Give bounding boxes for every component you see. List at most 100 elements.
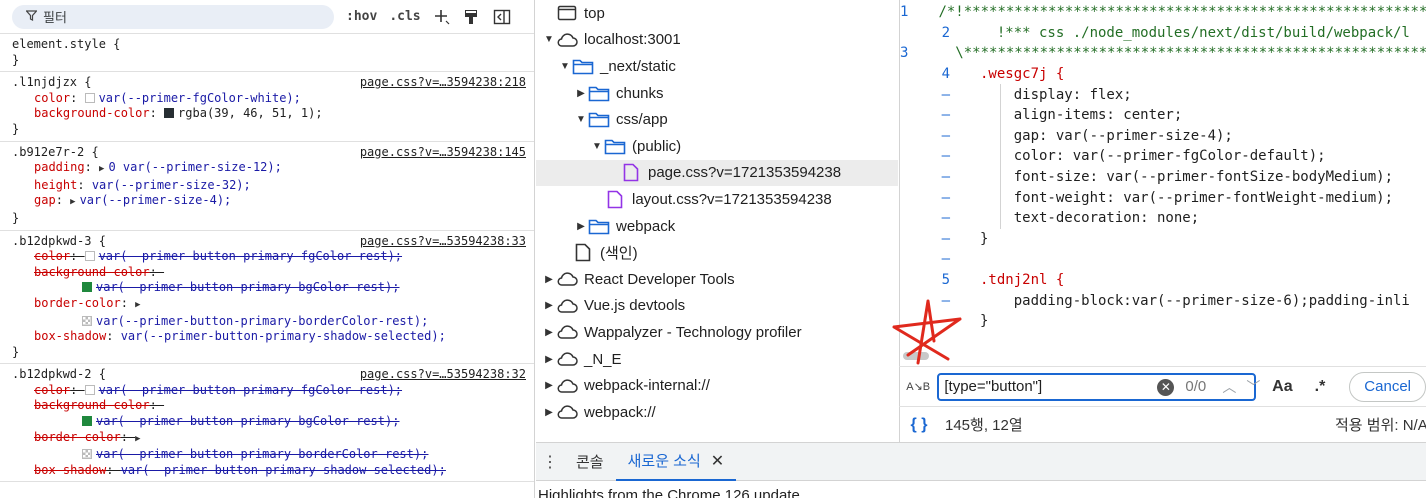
code-line[interactable]: 1 /*!************************************… (900, 2, 1426, 23)
tree-item[interactable]: ▶ webpack-internal:// (536, 372, 898, 399)
line-number[interactable]: – (900, 128, 950, 144)
rendering-emulation-icon[interactable] (463, 8, 481, 26)
expand-triangle-icon[interactable]: ▶ (135, 432, 140, 448)
tree-item[interactable]: layout.css?v=1721353594238 (536, 186, 898, 213)
collapsed-arrow-icon[interactable]: ▶ (542, 380, 556, 391)
rule-source-link[interactable]: page.css?v=…53594238:33 (360, 234, 526, 250)
color-swatch[interactable] (82, 282, 92, 293)
horizontal-scrollbar[interactable] (899, 348, 1426, 362)
regex-button[interactable]: .* (1315, 378, 1326, 396)
tree-item[interactable]: ▶ webpack:// (536, 399, 898, 426)
match-case-button[interactable]: Aa (1272, 378, 1292, 396)
tree-item[interactable]: ▼ (public) (536, 133, 898, 160)
css-property[interactable]: gap: ▶ var(--primer-size-4); (12, 193, 526, 211)
rule-source-link[interactable]: page.css?v=…3594238:218 (360, 75, 526, 91)
line-number[interactable]: – (900, 87, 950, 103)
clear-search-icon[interactable]: ✕ (1157, 378, 1175, 396)
code-line[interactable]: – text-decoration: none; (900, 208, 1426, 229)
tree-item[interactable]: ▼ css/app (536, 106, 898, 133)
cls-toggle[interactable]: .cls (389, 9, 420, 24)
next-match-icon[interactable]: ﹀ (1246, 377, 1260, 397)
css-property[interactable]: border-color: ▶ (12, 296, 526, 314)
tree-item[interactable]: ▶ _N_E (536, 346, 898, 373)
collapsed-arrow-icon[interactable]: ▶ (542, 300, 556, 311)
search-input[interactable]: [type="button"] ✕ 0/0 ︿ ﹀ (937, 372, 1260, 401)
cancel-button[interactable]: Cancel (1349, 371, 1426, 402)
line-number[interactable]: – (900, 190, 950, 206)
expanded-arrow-icon[interactable]: ▼ (558, 61, 572, 72)
line-number[interactable]: – (900, 231, 950, 247)
code-line[interactable]: –} (900, 229, 1426, 250)
collapsed-arrow-icon[interactable]: ▶ (542, 327, 556, 338)
css-property-overridden[interactable]: color: var(--primer-button-primary-fgCol… (12, 249, 526, 265)
code-line[interactable]: 5 .tdnj2nl { (900, 270, 1426, 291)
tree-item[interactable]: (색인) (536, 239, 898, 266)
collapsed-arrow-icon[interactable]: ▶ (574, 221, 588, 232)
code-line[interactable]: 2 !*** css ./node_modules/next/dist/buil… (900, 23, 1426, 44)
rule-source-link[interactable]: page.css?v=…3594238:145 (360, 145, 526, 161)
code-line[interactable]: – (900, 249, 1426, 270)
code-line[interactable]: – font-weight: var(--primer-fontWeight-m… (900, 187, 1426, 208)
tree-item[interactable]: ▼ localhost:3001 (536, 27, 898, 54)
collapsed-arrow-icon[interactable]: ▶ (542, 274, 556, 285)
expand-triangle-icon[interactable]: ▶ (99, 162, 104, 178)
code-line[interactable]: 4 .wesgc7j { (900, 64, 1426, 85)
previous-match-icon[interactable]: ︿ (1222, 377, 1236, 397)
tree-item[interactable]: ▶ webpack (536, 213, 898, 240)
filter-input[interactable]: 필터 (12, 4, 334, 29)
color-swatch[interactable] (84, 384, 95, 395)
css-property-overridden[interactable]: color: var(--primer-button-primary-fgCol… (12, 383, 526, 399)
toggle-sidebar-icon[interactable] (493, 8, 511, 26)
tree-item[interactable]: top (536, 0, 898, 27)
expanded-arrow-icon[interactable]: ▼ (574, 114, 588, 125)
line-number[interactable]: 3 (900, 45, 908, 61)
tab-whats-new[interactable]: 새로운 소식 ✕ (615, 443, 737, 481)
line-number[interactable]: – (900, 210, 950, 226)
expand-triangle-icon[interactable]: ▶ (70, 195, 75, 211)
css-property-overridden[interactable]: box-shadow: var(--primer-button-primary-… (12, 463, 526, 479)
code-line[interactable]: – gap: var(--primer-size-4); (900, 126, 1426, 147)
hov-toggle[interactable]: :hov (346, 9, 377, 24)
code-line[interactable]: – align-items: center; (900, 105, 1426, 126)
color-swatch[interactable] (82, 315, 92, 326)
pretty-print-icon[interactable]: { } (899, 416, 939, 434)
match-case-replace-icon[interactable]: A↘B (899, 381, 937, 392)
color-swatch[interactable] (84, 92, 95, 103)
code-area[interactable]: 1 /*!************************************… (900, 2, 1426, 332)
css-property[interactable]: background-color: rgba(39, 46, 51, 1); (12, 106, 526, 122)
code-line[interactable]: – padding-block:var(--primer-size-6);pad… (900, 290, 1426, 311)
css-property-overridden[interactable]: border-color: ▶ (12, 430, 526, 448)
css-property[interactable]: padding: ▶ 0 var(--primer-size-12); (12, 160, 526, 178)
close-tab-icon[interactable]: ✕ (711, 451, 724, 471)
css-property-overridden[interactable]: background-color: (12, 398, 526, 414)
line-number[interactable]: 5 (900, 272, 950, 288)
tree-item[interactable]: ▶ React Developer Tools (536, 266, 898, 293)
code-line[interactable]: – font-size: var(--primer-fontSize-bodyM… (900, 167, 1426, 188)
line-number[interactable]: 4 (900, 66, 950, 82)
color-swatch[interactable] (82, 449, 92, 460)
css-property-overridden[interactable]: background-color: (12, 265, 526, 281)
tree-item[interactable]: page.css?v=1721353594238 (536, 159, 898, 187)
tree-item[interactable]: ▼ _next/static (536, 53, 898, 80)
color-swatch[interactable] (84, 251, 95, 262)
line-number[interactable]: – (900, 148, 950, 164)
tree-item[interactable]: ▶ Vue.js devtools (536, 293, 898, 320)
css-property[interactable]: color: var(--primer-fgColor-white); (12, 91, 526, 107)
css-property[interactable]: height: var(--primer-size-32); (12, 178, 526, 194)
tree-item[interactable]: ▶ Wappalyzer - Technology profiler (536, 319, 898, 346)
color-swatch[interactable] (164, 108, 175, 119)
expanded-arrow-icon[interactable]: ▼ (542, 34, 556, 45)
code-line[interactable]: – display: flex; (900, 84, 1426, 105)
collapsed-arrow-icon[interactable]: ▶ (542, 354, 556, 365)
code-line[interactable]: –} (900, 311, 1426, 332)
code-line[interactable]: 3 \*************************************… (900, 43, 1426, 64)
line-number[interactable]: – (900, 251, 950, 267)
css-property[interactable]: box-shadow: var(--primer-button-primary-… (12, 329, 526, 345)
line-number[interactable]: – (900, 107, 950, 123)
line-number[interactable]: – (900, 169, 950, 185)
new-style-rule-icon[interactable] (433, 8, 451, 26)
expanded-arrow-icon[interactable]: ▼ (590, 141, 604, 152)
line-number[interactable]: 1 (900, 4, 908, 20)
collapsed-arrow-icon[interactable]: ▶ (542, 407, 556, 418)
color-swatch[interactable] (82, 416, 92, 427)
